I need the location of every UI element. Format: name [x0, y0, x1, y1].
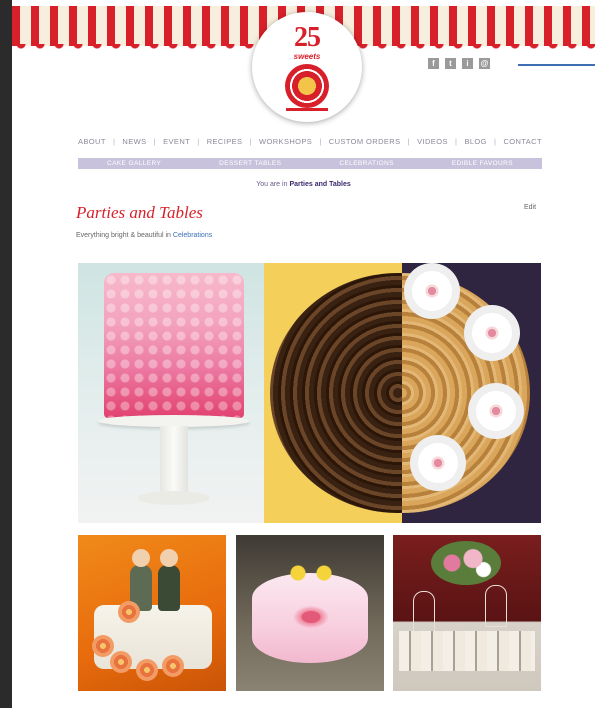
nav-item-blog[interactable]: BLOG [464, 137, 486, 146]
social-links: f t i @ [428, 58, 490, 69]
cake-stand-foot [138, 491, 210, 505]
dessert-items [399, 631, 535, 671]
flower-bouquet [431, 541, 501, 585]
nav-item-event[interactable]: EVENT [163, 137, 190, 146]
nav-item-contact[interactable]: CONTACT [503, 137, 542, 146]
nav-separator: | [319, 137, 322, 146]
thumbnail-bow-cake[interactable] [235, 535, 384, 691]
sugar-flower [410, 435, 466, 491]
subnav-item-dessert-tables[interactable]: DESSERT TABLES [219, 160, 281, 167]
bird-cage [485, 585, 507, 627]
instagram-icon[interactable]: i [462, 58, 473, 69]
thumbnail-dessert-table[interactable] [393, 535, 541, 691]
logo-base [286, 108, 328, 111]
nav-item-news[interactable]: NEWS [122, 137, 146, 146]
logo-number: 25 [294, 22, 321, 53]
nav-item-recipes[interactable]: RECIPES [207, 137, 243, 146]
pink-bow [291, 605, 330, 629]
breadcrumb-prefix: You are in [256, 181, 288, 188]
subnav-item-cake-gallery[interactable]: CAKE GALLERY [107, 160, 161, 167]
nav-item-videos[interactable]: VIDEOS [417, 137, 448, 146]
nav-item-workshops[interactable]: WORKSHOPS [259, 137, 312, 146]
pink-cake-photo [78, 263, 264, 523]
sugar-rose [118, 601, 140, 623]
nav-separator: | [249, 137, 252, 146]
search-field[interactable] [518, 64, 595, 66]
sugar-rose [162, 655, 184, 677]
subnav-item-edible-favours[interactable]: EDIBLE FAVOURS [452, 160, 513, 167]
sugar-flower [404, 263, 460, 319]
sugar-rose [136, 659, 158, 681]
post-category-link[interactable]: Celebrations [173, 232, 212, 239]
main-nav: ABOUT | NEWS | EVENT | RECIPES | WORKSHO… [78, 137, 542, 146]
hero-image[interactable] [78, 263, 541, 523]
nav-item-about[interactable]: ABOUT [78, 137, 106, 146]
nav-separator: | [494, 137, 497, 146]
nav-separator: | [153, 137, 156, 146]
nav-separator: | [197, 137, 200, 146]
duck-toppers [285, 565, 336, 581]
nav-separator: | [407, 137, 410, 146]
sub-nav: CAKE GALLERY DESSERT TABLES CELEBRATIONS… [78, 158, 542, 169]
thumbnail-wedding-cake[interactable] [78, 535, 226, 691]
post-title[interactable]: Parties and Tables [76, 203, 203, 223]
browser-page: 25 sweets f t i @ ABOUT | NEWS | EVENT |… [12, 0, 595, 708]
chocolate-cake-photo [264, 263, 526, 523]
nav-item-custom-orders[interactable]: CUSTOM ORDERS [329, 137, 401, 146]
facebook-icon[interactable]: f [428, 58, 439, 69]
email-icon[interactable]: @ [479, 58, 490, 69]
rose-texture [104, 273, 244, 418]
logo-word: sweets [293, 52, 321, 61]
breadcrumb: You are in Parties and Tables [12, 181, 595, 188]
post-meta: Everything bright & beautiful in Celebra… [76, 232, 212, 239]
sugar-rose [110, 651, 132, 673]
bride-head [132, 549, 150, 567]
bird-cage [413, 591, 435, 633]
thumbnail-row [78, 535, 541, 691]
groom-head [160, 549, 178, 567]
groom-figurine [158, 565, 180, 611]
sugar-flower [468, 383, 524, 439]
nav-separator: | [112, 137, 116, 146]
cake-stand-stem [160, 426, 188, 496]
flower-tart-photo [402, 263, 541, 523]
logo-badge-icon [285, 64, 329, 108]
breadcrumb-current[interactable]: Parties and Tables [289, 181, 350, 188]
edit-link[interactable]: Edit [524, 204, 536, 211]
sugar-rose [92, 635, 114, 657]
nav-separator: | [454, 137, 458, 146]
site-logo[interactable]: 25 sweets [252, 12, 362, 122]
twitter-icon[interactable]: t [445, 58, 456, 69]
subnav-item-celebrations[interactable]: CELEBRATIONS [339, 160, 394, 167]
sugar-flower [464, 305, 520, 361]
post-meta-prefix: Everything bright & beautiful in [76, 232, 171, 239]
